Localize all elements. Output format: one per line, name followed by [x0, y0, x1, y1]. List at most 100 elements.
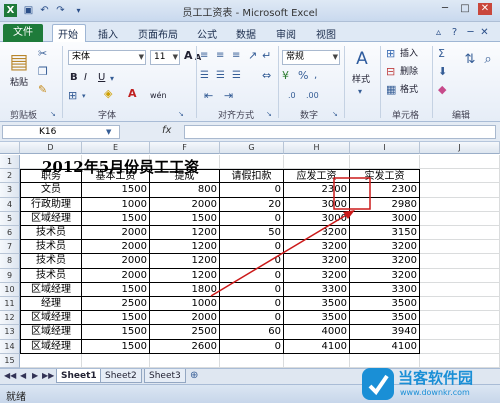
- increase-decimal-icon[interactable]: .0: [288, 90, 296, 102]
- grid-cell[interactable]: [82, 353, 150, 368]
- name-box[interactable]: K16: [2, 125, 120, 139]
- grid-cell[interactable]: [420, 226, 500, 241]
- row-header-5[interactable]: 5: [0, 211, 20, 226]
- row-header-7[interactable]: 7: [0, 240, 20, 255]
- column-header-h[interactable]: H: [284, 142, 350, 154]
- row-header-12[interactable]: 12: [0, 311, 20, 326]
- row-header-10[interactable]: 10: [0, 282, 20, 297]
- grid-cell[interactable]: [420, 183, 500, 198]
- grid-cell[interactable]: [350, 155, 420, 170]
- grid-cell[interactable]: [284, 155, 350, 170]
- styles-button[interactable]: 样式: [352, 74, 370, 86]
- row-header-3[interactable]: 3: [0, 183, 20, 198]
- italic-button[interactable]: I: [84, 72, 87, 84]
- worksheet-grid[interactable]: DEFGHIJ 1 2 3 4 5 6 7 8 9 10 11 12 13 14 15 2012年5月份员工…: [0, 142, 500, 368]
- number-launcher-icon[interactable]: ↘: [332, 108, 338, 120]
- paste-button[interactable]: 粘贴: [10, 77, 28, 89]
- last-sheet-button[interactable]: ▶▶: [42, 371, 54, 380]
- find-select-icon[interactable]: ⌕: [480, 50, 496, 70]
- grid-cell[interactable]: [420, 254, 500, 269]
- decrease-indent-icon[interactable]: ⇤: [204, 90, 213, 102]
- align-bottom-icon[interactable]: ≡: [232, 50, 240, 62]
- tab-formulas[interactable]: 公式: [197, 26, 217, 41]
- column-header-e[interactable]: E: [82, 142, 150, 154]
- grid-cell[interactable]: [150, 353, 220, 368]
- grid-cell[interactable]: [420, 282, 500, 297]
- paste-icon[interactable]: ▤: [8, 48, 30, 74]
- align-middle-icon[interactable]: ≡: [216, 50, 224, 62]
- borders-dropdown-icon[interactable]: ▾: [82, 90, 86, 102]
- column-header-i[interactable]: I: [350, 142, 420, 154]
- merge-center-icon[interactable]: ⇔: [262, 70, 271, 82]
- grid-cell[interactable]: [420, 311, 500, 326]
- grid-cell[interactable]: [420, 297, 500, 312]
- chevron-down-icon[interactable]: ▼: [173, 51, 178, 64]
- row-header-9[interactable]: 9: [0, 268, 20, 283]
- chevron-down-icon[interactable]: ▼: [106, 126, 111, 138]
- align-launcher-icon[interactable]: ↘: [266, 108, 272, 120]
- workbook-close-icon[interactable]: ✕: [478, 26, 491, 39]
- grid-cell[interactable]: [20, 353, 82, 368]
- chevron-down-icon[interactable]: ▼: [139, 51, 144, 64]
- format-cells-icon[interactable]: ▦: [386, 84, 396, 96]
- clear-icon[interactable]: ◆: [438, 84, 446, 96]
- chevron-down-icon[interactable]: ▾: [358, 86, 362, 98]
- underline-dropdown-icon[interactable]: ▾: [110, 73, 114, 85]
- column-header-g[interactable]: G: [220, 142, 284, 154]
- autosum-icon[interactable]: Σ: [438, 48, 445, 60]
- tab-data[interactable]: 数据: [236, 26, 256, 41]
- column-header-j[interactable]: J: [420, 142, 500, 154]
- fill-icon[interactable]: ⬇: [438, 66, 447, 78]
- clipboard-launcher-icon[interactable]: ↘: [50, 108, 56, 120]
- row-header-8[interactable]: 8: [0, 254, 20, 269]
- formula-input[interactable]: [184, 125, 496, 139]
- sheet-tab-3[interactable]: Sheet3: [144, 369, 186, 383]
- decrease-decimal-icon[interactable]: .00: [306, 90, 319, 102]
- font-name-combo[interactable]: 宋体 ▼: [68, 50, 146, 65]
- grid-cell[interactable]: [220, 353, 284, 368]
- grid-cell[interactable]: [420, 268, 500, 283]
- workbook-minimize-icon[interactable]: ─: [464, 26, 477, 39]
- grid-cell[interactable]: [420, 155, 500, 170]
- grid-cell[interactable]: [284, 353, 350, 368]
- font-launcher-icon[interactable]: ↘: [178, 108, 184, 120]
- tab-home[interactable]: 开始: [58, 26, 78, 41]
- font-size-combo[interactable]: 11 ▼: [150, 50, 180, 65]
- row-header-13[interactable]: 13: [0, 325, 20, 340]
- next-sheet-button[interactable]: ▶: [32, 371, 38, 380]
- underline-button[interactable]: U: [98, 72, 105, 84]
- tab-view[interactable]: 视图: [316, 26, 336, 41]
- row-header-14[interactable]: 14: [0, 339, 20, 354]
- borders-icon[interactable]: ⊞: [68, 90, 77, 102]
- grid-cell[interactable]: [220, 155, 284, 170]
- grid-cell[interactable]: [420, 169, 500, 184]
- insert-function-button[interactable]: fx: [162, 125, 171, 136]
- format-button[interactable]: 格式: [400, 84, 418, 96]
- cut-icon[interactable]: ✂: [38, 48, 47, 60]
- sheet-tab-1[interactable]: Sheet1: [56, 369, 102, 383]
- grid-cell[interactable]: [420, 211, 500, 226]
- sort-filter-icon[interactable]: ⇅: [462, 50, 478, 70]
- sheet-tab-2[interactable]: Sheet2: [100, 369, 142, 383]
- bold-button[interactable]: B: [70, 72, 78, 84]
- font-color-icon[interactable]: A: [128, 88, 137, 100]
- align-top-icon[interactable]: ≡: [200, 50, 208, 62]
- grid-cell[interactable]: [420, 197, 500, 212]
- wrap-text-icon[interactable]: ↵: [262, 50, 271, 62]
- align-right-icon[interactable]: ☰: [232, 70, 241, 82]
- prev-sheet-button[interactable]: ◀: [20, 371, 26, 380]
- tab-page-layout[interactable]: 页面布局: [138, 26, 178, 41]
- maximize-icon[interactable]: □: [458, 3, 472, 15]
- row-header-4[interactable]: 4: [0, 197, 20, 212]
- tab-file[interactable]: 文件: [3, 24, 43, 42]
- currency-icon[interactable]: ¥: [282, 70, 289, 82]
- grid-cell[interactable]: [420, 339, 500, 354]
- row-header-2[interactable]: 2: [0, 169, 20, 184]
- format-painter-icon[interactable]: ✎: [38, 84, 47, 96]
- grow-font-button[interactable]: A: [184, 50, 193, 62]
- phonetic-button[interactable]: wén: [150, 90, 167, 102]
- ribbon-minimize-icon[interactable]: ▵: [432, 26, 445, 39]
- close-icon[interactable]: ✕: [478, 3, 492, 15]
- align-left-icon[interactable]: ☰: [200, 70, 209, 82]
- chevron-down-icon[interactable]: ▼: [333, 51, 338, 64]
